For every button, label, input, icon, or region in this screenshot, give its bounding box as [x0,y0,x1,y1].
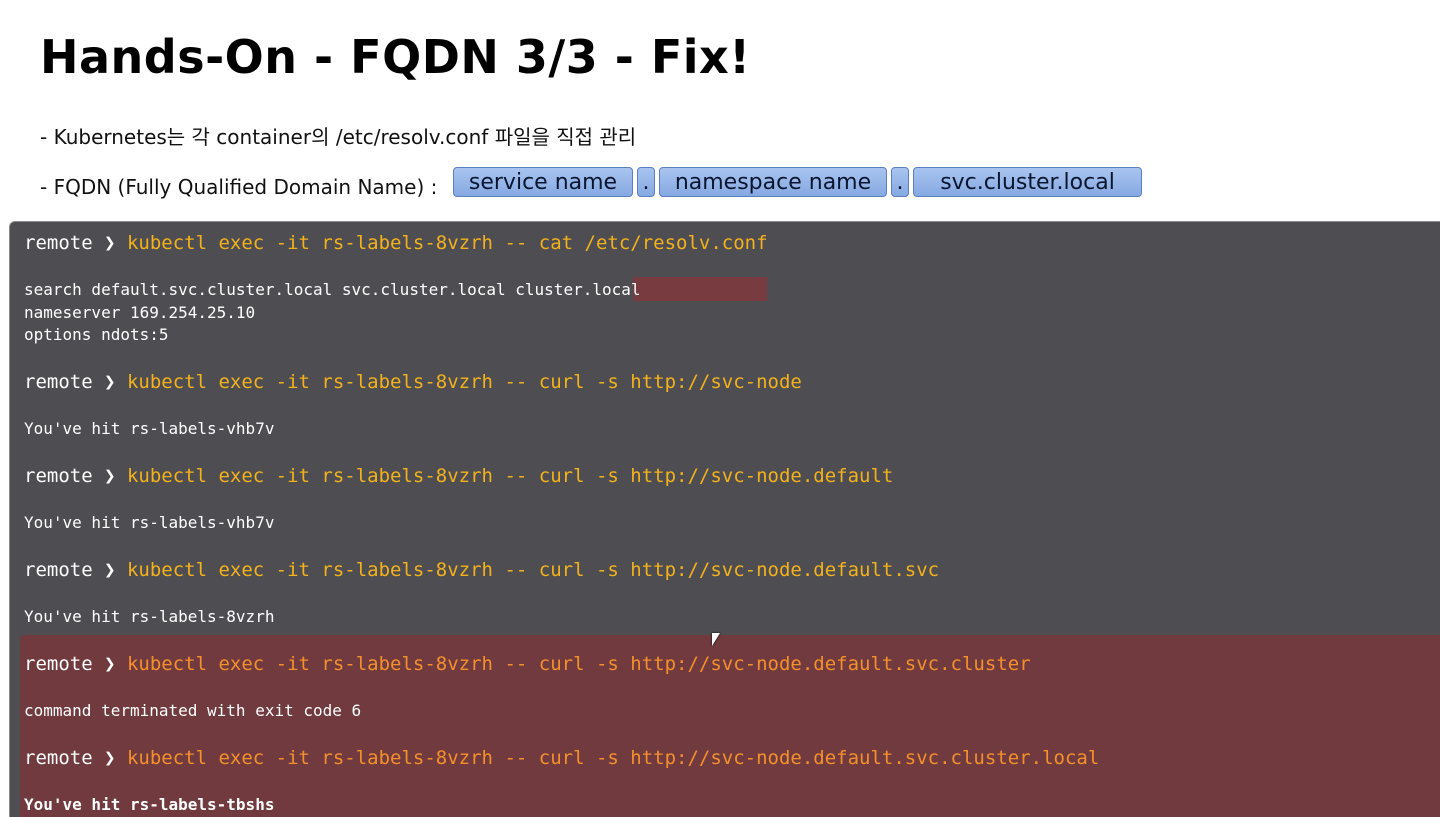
fqdn-dot-separator: . [891,167,909,197]
slide-title: Hands-On - FQDN 3/3 - Fix! [40,30,751,84]
terminal-window[interactable]: remote ❯ kubectl exec -it rs-labels-8vzr… [9,221,1440,817]
terminal-output-line: You've hit rs-labels-tbshs [24,795,275,814]
prompt: remote ❯ [24,465,127,487]
terminal-command-line: remote ❯ kubectl exec -it rs-labels-8vzr… [24,465,893,487]
terminal-output-line: nameserver 169.254.25.10 [24,303,256,322]
command-text: kubectl exec -it rs-labels-8vzrh -- curl… [126,653,1031,675]
prompt: remote ❯ [24,747,127,769]
command-text: kubectl exec -it rs-labels-8vzrh -- cat … [126,232,768,254]
mouse-cursor-icon [712,633,720,646]
prompt: remote ❯ [24,371,127,393]
terminal-output-line: You've hit rs-labels-vhb7v [24,419,275,438]
terminal-command-line: remote ❯ kubectl exec -it rs-labels-8vzr… [24,559,939,581]
terminal-output-line: You've hit rs-labels-vhb7v [24,513,275,532]
fqdn-cluster-domain-box: svc.cluster.local [913,167,1142,197]
terminal-output-line: You've hit rs-labels-8vzrh [24,607,275,626]
terminal-output-line: search default.svc.cluster.local svc.clu… [24,280,641,299]
terminal-command-line: remote ❯ kubectl exec -it rs-labels-8vzr… [24,653,1031,675]
fqdn-diagram: service name . namespace name . svc.clus… [453,167,1142,197]
prompt: remote ❯ [24,653,127,675]
command-text: kubectl exec -it rs-labels-8vzrh -- curl… [126,465,894,487]
prompt: remote ❯ [24,559,127,581]
command-text: kubectl exec -it rs-labels-8vzrh -- curl… [126,747,1100,769]
bullet-fqdn: - FQDN (Fully Qualified Domain Name) : [40,175,438,199]
terminal-command-line: remote ❯ kubectl exec -it rs-labels-8vzr… [24,232,768,254]
terminal-output-line: options ndots:5 [24,325,169,344]
command-text: kubectl exec -it rs-labels-8vzrh -- curl… [126,371,802,393]
fqdn-namespace-name-box: namespace name [659,167,887,197]
terminal-command-line: remote ❯ kubectl exec -it rs-labels-8vzr… [24,371,802,393]
command-text: kubectl exec -it rs-labels-8vzrh -- curl… [126,559,940,581]
terminal-command-line: remote ❯ kubectl exec -it rs-labels-8vzr… [24,747,1099,769]
terminal-error-line: command terminated with exit code 6 [24,701,362,720]
fqdn-dot-separator: . [637,167,655,197]
prompt: remote ❯ [24,232,127,254]
redacted-search-domain [633,277,767,301]
fqdn-service-name-box: service name [453,167,633,197]
bullet-resolv-conf: - Kubernetes는 각 container의 /etc/resolv.c… [40,125,637,149]
